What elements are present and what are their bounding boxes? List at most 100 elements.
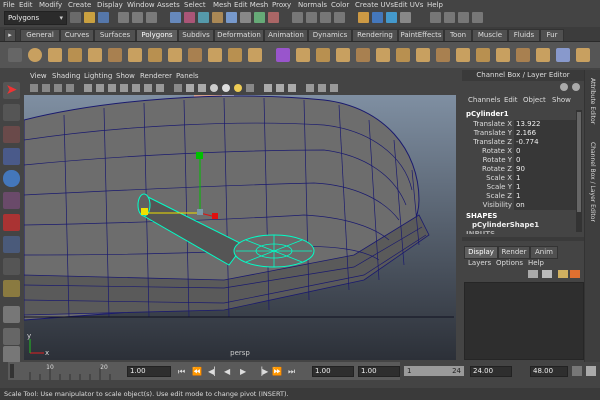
- channel-menu-edit[interactable]: Edit: [504, 96, 518, 104]
- default-light-icon[interactable]: [222, 84, 230, 92]
- tab-general[interactable]: General: [20, 29, 60, 41]
- attribute-row[interactable]: Translate Z -0.774: [464, 138, 576, 147]
- scale-center-handle[interactable]: [197, 209, 203, 215]
- gate-mask-icon[interactable]: [120, 84, 128, 92]
- panel-divider[interactable]: [462, 237, 584, 241]
- fill-hole-icon[interactable]: [516, 48, 530, 62]
- tab-polygons[interactable]: Polygons: [136, 29, 178, 41]
- poly-cone-icon[interactable]: [88, 48, 102, 62]
- cube-icon[interactable]: [318, 84, 326, 92]
- scale-x-handle[interactable]: [141, 208, 148, 215]
- layout-outliner-icon[interactable]: [3, 346, 20, 363]
- tab-attribute-editor[interactable]: Attribute Editor: [589, 78, 596, 124]
- scale-z-handle[interactable]: [212, 213, 218, 219]
- field-chart-icon[interactable]: [132, 84, 140, 92]
- poly-pipe-icon[interactable]: [188, 48, 202, 62]
- layer-menu-options[interactable]: Options: [496, 259, 523, 267]
- panel-toggle-icon[interactable]: [430, 12, 441, 23]
- new-scene-icon[interactable]: [70, 12, 81, 23]
- attribute-row[interactable]: Rotate Z 90: [464, 165, 576, 174]
- viewport-menu-lighting[interactable]: Lighting: [84, 70, 112, 82]
- shape-node-name[interactable]: pCylinderShape1: [472, 221, 539, 229]
- ipr-render-icon[interactable]: [386, 12, 397, 23]
- cube-icon[interactable]: [330, 84, 338, 92]
- layer-color-icon[interactable]: [570, 270, 580, 278]
- film-gate-icon[interactable]: [96, 84, 104, 92]
- menu-display[interactable]: Display: [97, 0, 123, 10]
- smooth-shade-icon[interactable]: [186, 84, 194, 92]
- end-time-field[interactable]: 48.00: [530, 366, 568, 377]
- layer-menu-layers[interactable]: Layers: [468, 259, 491, 267]
- snap-grid-icon[interactable]: [292, 12, 303, 23]
- select-mask-icon[interactable]: [198, 12, 209, 23]
- layer-list[interactable]: [464, 282, 584, 360]
- smooth-icon[interactable]: [336, 48, 350, 62]
- attribute-row[interactable]: Scale Y1: [464, 183, 576, 192]
- select-mask-icon[interactable]: [268, 12, 279, 23]
- xray-icon[interactable]: [276, 84, 284, 92]
- poly-pyramid-icon[interactable]: [168, 48, 182, 62]
- panel-toggle-icon[interactable]: [444, 12, 455, 23]
- safe-action-icon[interactable]: [144, 84, 152, 92]
- rotate-tool-icon[interactable]: [3, 170, 20, 187]
- playback-end-field[interactable]: 24.00: [470, 366, 512, 377]
- menu-create[interactable]: Create: [68, 0, 91, 10]
- bridge-icon[interactable]: [376, 48, 390, 62]
- select-mask-icon[interactable]: [212, 12, 223, 23]
- poly-plane-icon[interactable]: [108, 48, 122, 62]
- menu-create-uvs[interactable]: Create UVs: [355, 0, 394, 10]
- last-tool-icon[interactable]: [3, 280, 20, 297]
- attribute-row[interactable]: Translate Y 2.166: [464, 129, 576, 138]
- create-layer-icon[interactable]: [528, 270, 538, 278]
- create-layer-selected-icon[interactable]: [542, 270, 552, 278]
- viewport-menu-shading[interactable]: Shading: [52, 70, 80, 82]
- use-all-lights-icon[interactable]: [234, 84, 242, 92]
- key-prefs-icon[interactable]: [586, 366, 596, 376]
- tab-subdivs[interactable]: Subdivs: [178, 29, 214, 41]
- attribute-row[interactable]: Scale X1: [464, 174, 576, 183]
- show-manipulator-icon[interactable]: [3, 258, 20, 275]
- select-mask-icon[interactable]: [226, 12, 237, 23]
- combine-icon[interactable]: [276, 48, 290, 62]
- viewport-menu-view[interactable]: View: [30, 70, 47, 82]
- tab-muscle[interactable]: Muscle: [472, 29, 508, 41]
- scale-y-handle[interactable]: [196, 152, 203, 159]
- poly-sphere-icon[interactable]: [28, 48, 42, 62]
- channel-box-option-icon[interactable]: [572, 83, 580, 91]
- menu-normals[interactable]: Normals: [298, 0, 327, 10]
- menu-proxy[interactable]: Proxy: [272, 0, 291, 10]
- select-mask-icon[interactable]: [254, 12, 265, 23]
- poly-torus-icon[interactable]: [128, 48, 142, 62]
- tab-fur[interactable]: Fur: [540, 29, 564, 41]
- snap-curve-icon[interactable]: [306, 12, 317, 23]
- mode-dropdown[interactable]: Polygons: [4, 11, 67, 25]
- poly-prism-icon[interactable]: [148, 48, 162, 62]
- menu-edit[interactable]: Edit: [19, 0, 33, 10]
- menu-mesh[interactable]: Mesh: [213, 0, 231, 10]
- shelf-menu-icon[interactable]: [8, 48, 22, 62]
- attribute-row[interactable]: Translate X 13.922: [464, 120, 576, 129]
- menu-file[interactable]: File: [3, 0, 15, 10]
- extrude-icon[interactable]: [356, 48, 370, 62]
- snap-point-icon[interactable]: [320, 12, 331, 23]
- anim-prefs-icon[interactable]: [572, 366, 582, 376]
- insert-loop-icon[interactable]: [436, 48, 450, 62]
- wireframe-on-shaded-icon[interactable]: [198, 84, 206, 92]
- render-settings-icon[interactable]: [400, 12, 411, 23]
- select-component-icon[interactable]: [146, 12, 157, 23]
- viewport-menu-renderer[interactable]: Renderer: [140, 70, 172, 82]
- menu-edit-uvs[interactable]: Edit UVs: [394, 0, 423, 10]
- select-mask-icon[interactable]: [184, 12, 195, 23]
- channel-menu-show[interactable]: Show: [552, 96, 571, 104]
- soft-mod-tool-icon[interactable]: [3, 236, 20, 253]
- viewport-menu-panels[interactable]: Panels: [176, 70, 199, 82]
- tab-surfaces[interactable]: Surfaces: [94, 29, 136, 41]
- select-hierarchy-icon[interactable]: [118, 12, 129, 23]
- grid-icon[interactable]: [84, 84, 92, 92]
- menu-assets[interactable]: Assets: [157, 0, 180, 10]
- safe-title-icon[interactable]: [156, 84, 164, 92]
- tab-channel-box[interactable]: Channel Box / Layer Editor: [589, 142, 596, 222]
- tab-painteffects[interactable]: PaintEffects: [398, 29, 444, 41]
- planar-map-icon[interactable]: [576, 48, 590, 62]
- selected-object-name[interactable]: pCylinder1: [466, 110, 509, 118]
